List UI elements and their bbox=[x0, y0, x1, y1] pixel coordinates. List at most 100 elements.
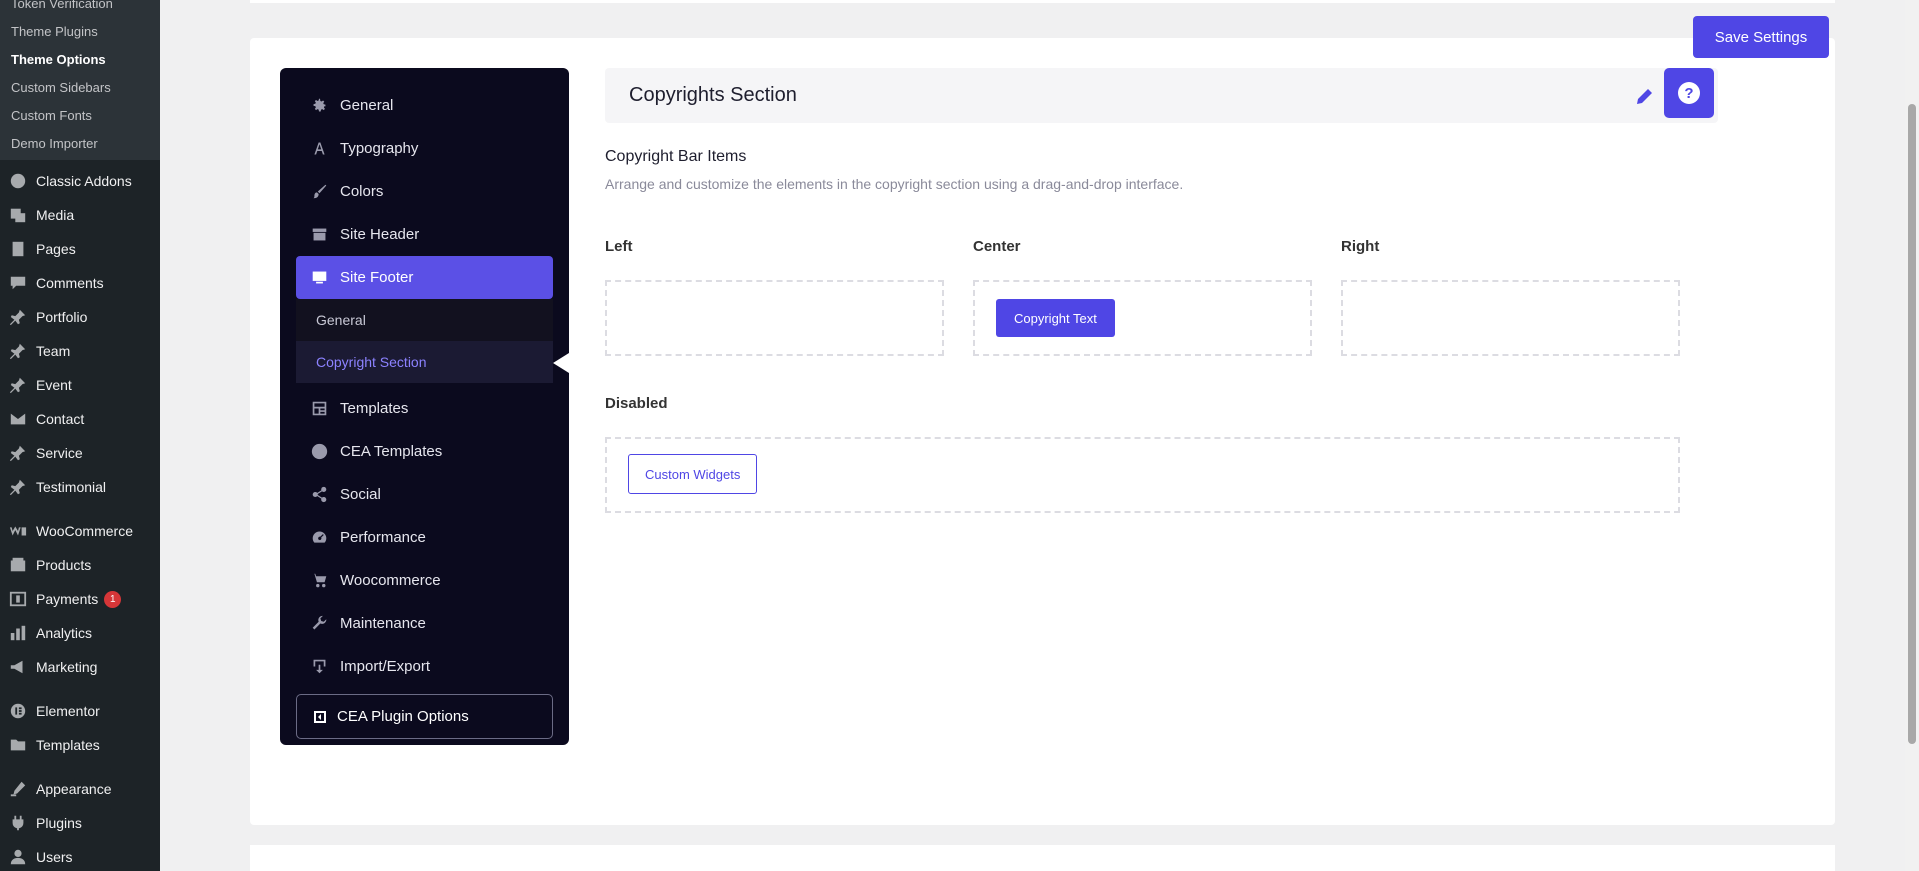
left-zone-label: Left bbox=[605, 238, 633, 255]
right-drop-zone[interactable] bbox=[1341, 280, 1680, 356]
theme-options-nav: General Typography Colors Site Header Si… bbox=[280, 68, 569, 745]
disabled-drop-zone[interactable]: Custom Widgets bbox=[605, 437, 1680, 513]
submenu-theme-options[interactable]: Theme Options bbox=[0, 46, 160, 74]
menu-service[interactable]: Service bbox=[0, 436, 160, 470]
nav-active-pointer bbox=[553, 353, 569, 373]
menu-products[interactable]: Products bbox=[0, 548, 160, 582]
menu-testimonial[interactable]: Testimonial bbox=[0, 470, 160, 504]
import-export-icon bbox=[310, 658, 328, 676]
menu-plugins[interactable]: Plugins bbox=[0, 806, 160, 840]
menu-contact[interactable]: Contact bbox=[0, 402, 160, 436]
marketing-icon bbox=[8, 657, 28, 677]
appearance-icon bbox=[8, 779, 28, 799]
submenu-theme-plugins[interactable]: Theme Plugins bbox=[0, 18, 160, 46]
submenu-custom-sidebars[interactable]: Custom Sidebars bbox=[0, 74, 160, 102]
back-icon bbox=[313, 710, 327, 724]
menu-analytics[interactable]: Analytics bbox=[0, 616, 160, 650]
section-header: Copyrights Section bbox=[605, 68, 1718, 123]
copyright-text-item[interactable]: Copyright Text bbox=[996, 299, 1115, 337]
menu-classic-addons[interactable]: Classic Addons bbox=[0, 164, 160, 198]
products-icon bbox=[8, 555, 28, 575]
left-drop-zone[interactable] bbox=[605, 280, 944, 356]
pin-icon bbox=[8, 443, 28, 463]
nav-performance[interactable]: Performance bbox=[296, 516, 553, 559]
copyright-bar-items-title: Copyright Bar Items bbox=[605, 148, 747, 165]
menu-users[interactable]: Users bbox=[0, 840, 160, 871]
pages-icon bbox=[8, 239, 28, 259]
speedometer-icon bbox=[310, 529, 328, 547]
submenu-demo-importer[interactable]: Demo Importer bbox=[0, 130, 160, 158]
section-title: Copyrights Section bbox=[629, 84, 797, 106]
page-scrollbar[interactable] bbox=[1905, 0, 1919, 871]
top-panel-edge bbox=[250, 0, 1835, 3]
appearance-submenu: Token Verification Theme Plugins Theme O… bbox=[0, 0, 160, 160]
share-icon bbox=[310, 486, 328, 504]
nav-site-header[interactable]: Site Header bbox=[296, 213, 553, 256]
templates-icon bbox=[310, 400, 328, 418]
disabled-zone-label: Disabled bbox=[605, 395, 668, 412]
payments-icon bbox=[8, 589, 28, 609]
admin-menu: Classic Addons Media Pages Comments Port… bbox=[0, 164, 160, 871]
nav-import-export[interactable]: Import/Export bbox=[296, 645, 553, 688]
save-settings-button[interactable]: Save Settings bbox=[1693, 16, 1829, 58]
menu-team[interactable]: Team bbox=[0, 334, 160, 368]
menu-marketing[interactable]: Marketing bbox=[0, 650, 160, 684]
gear-icon bbox=[310, 97, 328, 115]
cea-plugin-options-button[interactable]: CEA Plugin Options bbox=[296, 694, 553, 739]
center-zone-label: Center bbox=[973, 238, 1021, 255]
menu-templates[interactable]: Templates bbox=[0, 728, 160, 762]
brush-icon bbox=[310, 183, 328, 201]
menu-comments[interactable]: Comments bbox=[0, 266, 160, 300]
woocommerce-icon bbox=[8, 521, 28, 541]
pin-icon bbox=[8, 375, 28, 395]
typography-icon bbox=[310, 140, 328, 158]
cart-icon bbox=[310, 572, 328, 590]
nav-typography[interactable]: Typography bbox=[296, 127, 553, 170]
nav-templates[interactable]: Templates bbox=[296, 387, 553, 430]
scrollbar-thumb[interactable] bbox=[1908, 104, 1916, 744]
elementor-icon bbox=[8, 701, 28, 721]
menu-appearance[interactable]: Appearance bbox=[0, 772, 160, 806]
menu-portfolio[interactable]: Portfolio bbox=[0, 300, 160, 334]
menu-woocommerce[interactable]: WooCommerce bbox=[0, 514, 160, 548]
admin-footer bbox=[250, 845, 1835, 871]
analytics-icon bbox=[8, 623, 28, 643]
nav-colors[interactable]: Colors bbox=[296, 170, 553, 213]
question-icon: ? bbox=[1678, 82, 1700, 104]
admin-sidebar: Token Verification Theme Plugins Theme O… bbox=[0, 0, 160, 871]
nav-general[interactable]: General bbox=[296, 84, 553, 127]
submenu-custom-fonts[interactable]: Custom Fonts bbox=[0, 102, 160, 130]
folder-icon bbox=[8, 735, 28, 755]
help-button[interactable]: ? bbox=[1664, 68, 1714, 118]
menu-event[interactable]: Event bbox=[0, 368, 160, 402]
users-icon bbox=[8, 847, 28, 867]
nav-site-footer[interactable]: Site Footer bbox=[296, 256, 553, 299]
pencil-icon[interactable] bbox=[1633, 86, 1655, 108]
custom-widgets-item[interactable]: Custom Widgets bbox=[628, 454, 758, 494]
menu-pages[interactable]: Pages bbox=[0, 232, 160, 266]
comments-icon bbox=[8, 273, 28, 293]
menu-elementor[interactable]: Elementor bbox=[0, 694, 160, 728]
mail-icon bbox=[8, 409, 28, 429]
nav-cea-templates[interactable]: CEA Templates bbox=[296, 430, 553, 473]
pin-icon bbox=[8, 477, 28, 497]
menu-media[interactable]: Media bbox=[0, 198, 160, 232]
nav-social[interactable]: Social bbox=[296, 473, 553, 516]
nav-woocommerce[interactable]: Woocommerce bbox=[296, 559, 553, 602]
center-drop-zone[interactable]: Copyright Text bbox=[973, 280, 1312, 356]
plugins-icon bbox=[8, 813, 28, 833]
menu-payments[interactable]: Payments 1 bbox=[0, 582, 160, 616]
submenu-token-verification[interactable]: Token Verification bbox=[0, 0, 160, 18]
payments-badge: 1 bbox=[104, 590, 122, 608]
footer-icon bbox=[310, 269, 328, 287]
copyright-bar-items-description: Arrange and customize the elements in th… bbox=[605, 176, 1184, 192]
right-zone-label: Right bbox=[1341, 238, 1380, 255]
pin-icon bbox=[8, 341, 28, 361]
header-icon bbox=[310, 226, 328, 244]
nav-footer-general[interactable]: General bbox=[296, 299, 553, 341]
media-icon bbox=[8, 205, 28, 225]
nav-maintenance[interactable]: Maintenance bbox=[296, 602, 553, 645]
cea-icon bbox=[310, 443, 328, 461]
wrench-icon bbox=[310, 615, 328, 633]
nav-copyright-section[interactable]: Copyright Section bbox=[296, 341, 553, 383]
